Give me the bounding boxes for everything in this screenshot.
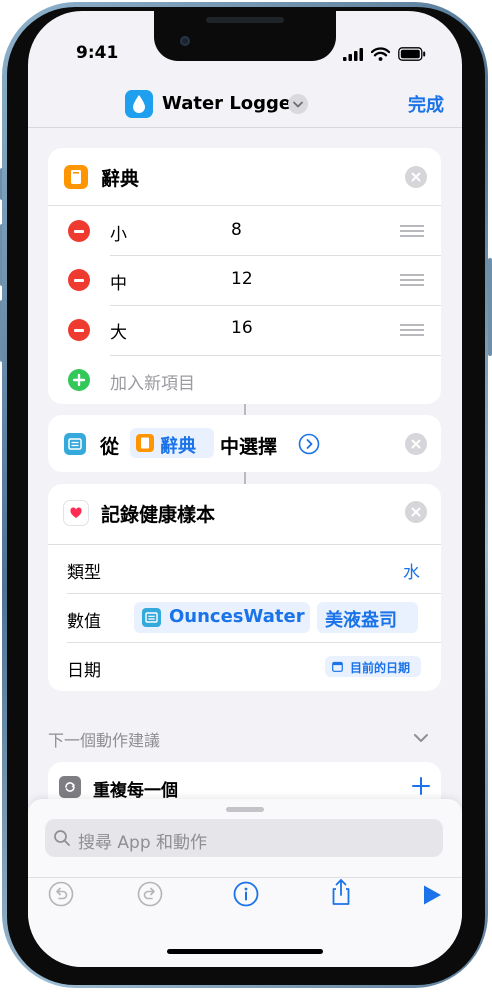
remove-item-button[interactable] [68,319,90,341]
dictionary-icon [136,434,154,452]
search-field[interactable]: 搜尋 App 和動作 [45,819,443,857]
dictionary-variable-token[interactable]: 辭典 [130,428,214,458]
search-icon [54,830,70,846]
undo-icon [48,881,74,907]
log-health-sample-card[interactable]: 記錄健康樣本 類型 水 數值 OuncesWater 美液盎司 日期 目前的日期 [48,484,441,691]
item-key[interactable]: 中 [110,269,127,294]
choose-from-action-card[interactable]: 從 辭典 中選擇 [48,415,441,472]
info-button[interactable] [233,881,259,911]
choose-list-icon [64,433,86,455]
dictionary-title: 辭典 [101,168,140,190]
value-label: 數值 [67,612,101,632]
chevron-down-icon [293,101,303,108]
nav-divider [28,127,462,128]
type-label: 類型 [67,563,101,583]
app-icon [125,90,153,118]
chevron-right-circle-icon [298,433,320,455]
sheet-grabber[interactable] [226,807,264,812]
dictionary-action-card[interactable]: 辭典 小 8 中 12 大 16 加入新項目 [48,148,441,404]
variable-label: OuncesWater [169,606,305,627]
ounces-water-variable-token[interactable]: OuncesWater [134,602,310,633]
date-row[interactable]: 日期 目前的日期 [48,643,441,691]
suggestion-label: 重複每一個 [93,781,178,801]
add-item-label: 加入新項目 [110,374,195,394]
search-placeholder: 搜尋 App 和動作 [78,833,208,853]
dictionary-icon [64,165,88,189]
title-menu-button[interactable] [288,94,308,114]
notch [154,11,336,61]
done-button[interactable]: 完成 [408,91,444,117]
share-button[interactable] [328,877,354,911]
cellular-signal-icon [343,48,363,61]
share-icon [332,879,350,905]
health-action-title: 記錄健康樣本 [101,504,216,526]
plus-icon [412,777,430,795]
status-time: 9:41 [76,43,119,63]
remove-action-button[interactable] [405,501,427,523]
remove-action-button[interactable] [405,433,427,455]
item-value[interactable]: 16 [231,318,253,338]
add-suggestion-button[interactable] [411,776,431,800]
type-value[interactable]: 水 [403,558,420,583]
unit-label: 美液盎司 [325,610,397,631]
item-key[interactable]: 小 [110,220,127,245]
battery-icon [398,47,426,61]
remove-item-button[interactable] [68,269,90,291]
dictionary-row[interactable]: 小 8 [48,206,441,255]
remove-item-button[interactable] [68,220,90,242]
reorder-handle-icon[interactable] [400,225,424,237]
item-value[interactable]: 8 [231,220,242,240]
shortcut-title[interactable]: Water Logger [162,93,300,114]
type-row[interactable]: 類型 水 [48,545,441,593]
unit-token[interactable]: 美液盎司 [317,602,418,633]
close-icon [411,172,421,182]
speaker-grille [206,17,284,23]
item-key[interactable]: 大 [110,318,127,343]
calendar-icon [332,661,343,672]
toolbar-divider [28,877,462,878]
action-connector [244,404,246,415]
water-drop-icon [133,95,145,113]
run-button[interactable] [422,884,442,910]
add-item-row[interactable]: 加入新項目 [48,356,441,404]
play-icon [424,885,441,905]
undo-button[interactable] [48,881,74,911]
home-indicator[interactable] [167,949,323,954]
collapse-suggestions-button[interactable] [412,729,430,751]
front-camera [180,36,190,46]
redo-button[interactable] [137,881,163,911]
variable-label: 辭典 [160,436,196,457]
close-icon [411,439,421,449]
close-icon [411,507,421,517]
dictionary-row[interactable]: 大 16 [48,306,441,355]
redo-icon [137,881,163,907]
choose-prefix: 從 [100,436,120,458]
repeat-each-icon [59,776,81,798]
value-row[interactable]: 數值 OuncesWater 美液盎司 [48,594,441,642]
current-date-label: 目前的日期 [350,661,411,675]
wifi-icon [371,47,390,61]
reorder-handle-icon[interactable] [400,324,424,336]
date-label: 日期 [67,661,101,681]
suggestions-header: 下一個動作建議 [48,731,161,750]
chevron-down-icon [414,734,428,742]
expand-options-button[interactable] [298,433,320,459]
info-icon [233,881,259,907]
health-app-icon [64,501,88,525]
action-connector [244,472,246,484]
dictionary-row[interactable]: 中 12 [48,256,441,305]
add-icon [68,369,90,391]
current-date-token[interactable]: 目前的日期 [325,656,421,677]
item-value[interactable]: 12 [231,269,253,289]
choose-suffix: 中選擇 [220,436,278,458]
reorder-handle-icon[interactable] [400,274,424,286]
remove-action-button[interactable] [405,166,427,188]
screen: 9:41 Water Logger 完成 辭典 小 8 中 12 大 16 加入… [28,11,462,967]
side-button [488,258,492,356]
variable-list-icon [142,608,161,627]
